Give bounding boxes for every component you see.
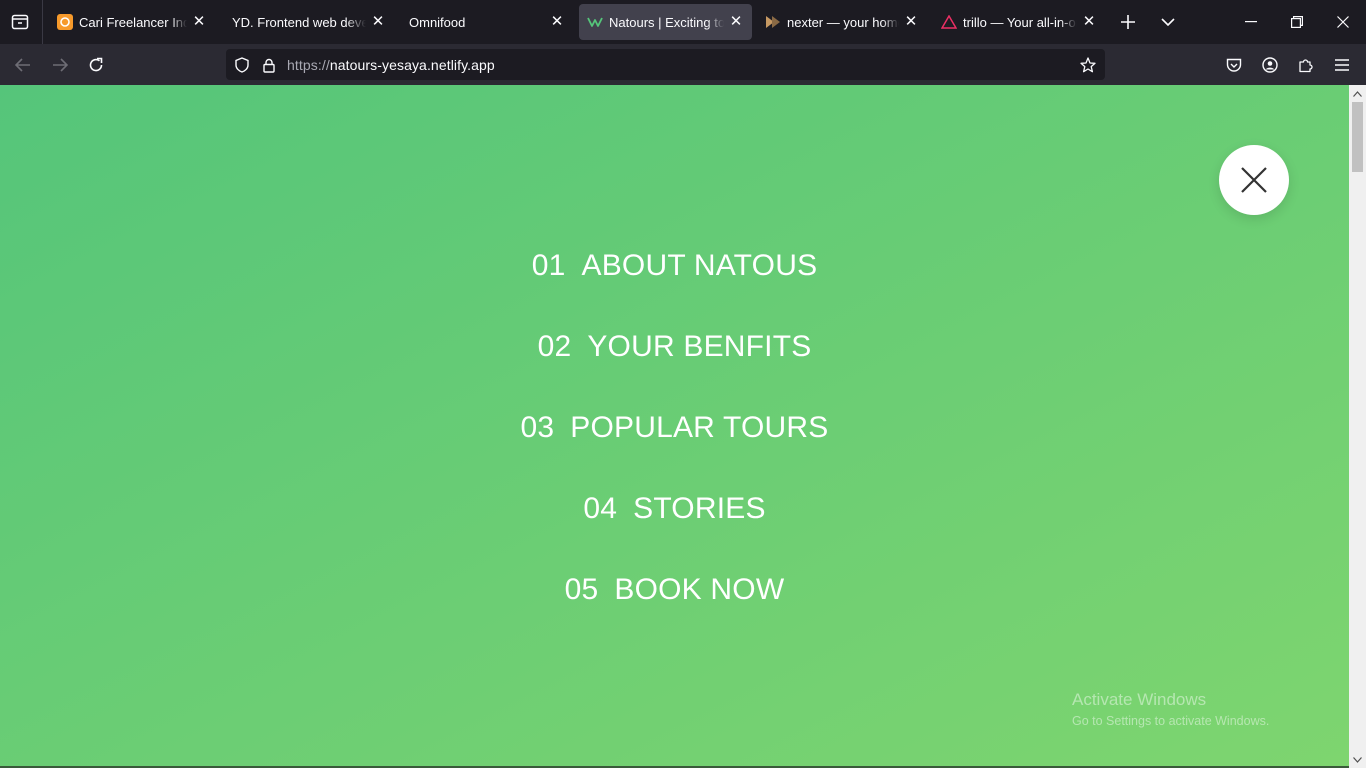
freelancer-icon — [57, 14, 73, 30]
watermark-title: Activate Windows — [1072, 690, 1207, 709]
star-icon — [1080, 57, 1096, 73]
nav-number: 03 — [520, 411, 555, 444]
reload-button[interactable] — [83, 52, 109, 78]
nav-item: 02 Your benfits — [0, 321, 1349, 402]
plus-icon — [1121, 15, 1135, 29]
nav-link-tours[interactable]: 03 Popular tours — [520, 402, 828, 454]
close-icon[interactable]: ✕ — [728, 14, 744, 30]
tab-label: nexter — your home, your — [787, 14, 899, 30]
nav-link-stories[interactable]: 04 Stories — [583, 483, 765, 535]
nav-item: 04 Stories — [0, 483, 1349, 564]
url-host: natours-yesaya.netlify.app — [329, 57, 495, 73]
nav-link-benefits[interactable]: 02 Your benfits — [538, 321, 812, 373]
forward-button[interactable] — [47, 52, 73, 78]
pocket-button[interactable] — [1221, 52, 1247, 78]
nav-label: Your benfits — [587, 330, 812, 363]
close-icon[interactable]: ✕ — [903, 14, 919, 30]
navigation-menu: 01 About Natous 02 Your benfits 03 Popular … — [0, 240, 1349, 645]
navigation-toolbar: https://natours-yesaya.netlify.app — [0, 44, 1366, 85]
arrow-right-icon — [53, 58, 68, 72]
close-icon[interactable]: ✕ — [191, 14, 207, 30]
tab-bar: Cari Freelancer Indonesia ✕ YD. Frontend… — [0, 0, 1366, 44]
lock-icon[interactable] — [259, 55, 279, 75]
tab-label: Cari Freelancer Indonesia — [79, 14, 187, 30]
extensions-button[interactable] — [1293, 52, 1319, 78]
list-all-tabs-button[interactable] — [1156, 10, 1180, 34]
close-navigation-button[interactable] — [1219, 145, 1289, 215]
tab-nexter[interactable]: nexter — your home, your ✕ — [757, 4, 927, 40]
firefox-view-icon — [11, 14, 29, 30]
vertical-scrollbar[interactable] — [1349, 85, 1366, 768]
nav-number: 01 — [531, 249, 566, 282]
tab-label: Omnifood — [409, 14, 466, 30]
url-text[interactable]: https://natours-yesaya.netlify.app — [287, 57, 495, 73]
tab-label: trillo — Your all-in-one — [963, 14, 1077, 30]
tab-cari-freelancer[interactable]: Cari Freelancer Indonesia ✕ — [49, 4, 215, 40]
scroll-thumb[interactable] — [1352, 102, 1363, 172]
navigation-overlay: 01 About Natous 02 Your benfits 03 Popular … — [0, 85, 1349, 768]
close-icon[interactable]: ✕ — [1081, 14, 1097, 30]
account-button[interactable] — [1257, 52, 1283, 78]
close-icon — [1241, 167, 1267, 193]
nav-link-about[interactable]: 01 About Natous — [532, 240, 818, 292]
tab-label: Natours | Exciting tours — [609, 14, 724, 30]
restore-icon — [1291, 16, 1303, 28]
close-window-button[interactable] — [1320, 8, 1366, 36]
activate-windows-watermark: Activate Windows Go to Settings to activ… — [1072, 690, 1269, 728]
nav-item: 01 About Natous — [0, 240, 1349, 321]
tab-yd-frontend[interactable]: YD. Frontend web developer ✕ — [224, 4, 394, 40]
app-menu-button[interactable] — [1329, 52, 1355, 78]
trillo-icon — [941, 14, 957, 30]
minimize-button[interactable] — [1228, 8, 1274, 36]
back-button[interactable] — [10, 52, 36, 78]
minimize-icon — [1245, 21, 1257, 23]
tab-omnifood[interactable]: Omnifood ✕ — [401, 4, 573, 40]
account-icon — [1262, 57, 1278, 73]
close-icon[interactable]: ✕ — [370, 14, 386, 30]
bookmark-star-button[interactable] — [1078, 55, 1098, 75]
url-scheme: https:// — [287, 57, 330, 73]
nav-item: 05 Book now — [0, 564, 1349, 645]
scroll-down-arrow-icon[interactable] — [1349, 751, 1366, 768]
tab-trillo[interactable]: trillo — Your all-in-one ✕ — [933, 4, 1105, 40]
nav-number: 04 — [583, 492, 618, 525]
nav-label: About Natous — [581, 249, 818, 282]
nav-label: Book now — [614, 573, 785, 606]
address-bar[interactable]: https://natours-yesaya.netlify.app — [226, 49, 1105, 80]
restore-button[interactable] — [1274, 8, 1320, 36]
close-icon[interactable]: ✕ — [549, 14, 565, 30]
nav-label: Popular tours — [570, 411, 829, 444]
nav-link-book[interactable]: 05 Book now — [565, 564, 785, 616]
scroll-up-arrow-icon[interactable] — [1349, 85, 1366, 102]
natours-icon — [587, 14, 603, 30]
tracking-protection-shield-icon[interactable] — [232, 55, 252, 75]
watermark-subtitle: Go to Settings to activate Windows. — [1072, 714, 1270, 728]
nav-item: 03 Popular tours — [0, 402, 1349, 483]
chevron-down-icon — [1161, 18, 1175, 26]
nav-number: 05 — [564, 573, 599, 606]
pocket-icon — [1226, 58, 1242, 72]
nav-label: Stories — [633, 492, 766, 525]
puzzle-icon — [1299, 59, 1313, 73]
arrow-left-icon — [15, 58, 30, 72]
close-icon — [1337, 16, 1349, 28]
nav-number: 02 — [537, 330, 572, 363]
hamburger-menu-icon — [1335, 59, 1349, 71]
nexter-icon — [765, 14, 781, 30]
tab-label: YD. Frontend web developer — [232, 14, 366, 30]
tab-natours[interactable]: Natours | Exciting tours ✕ — [579, 4, 752, 40]
reload-icon — [89, 57, 103, 72]
toolbar-separator — [42, 0, 43, 44]
new-tab-button[interactable] — [1116, 10, 1140, 34]
firefox-view-button[interactable] — [8, 10, 32, 34]
